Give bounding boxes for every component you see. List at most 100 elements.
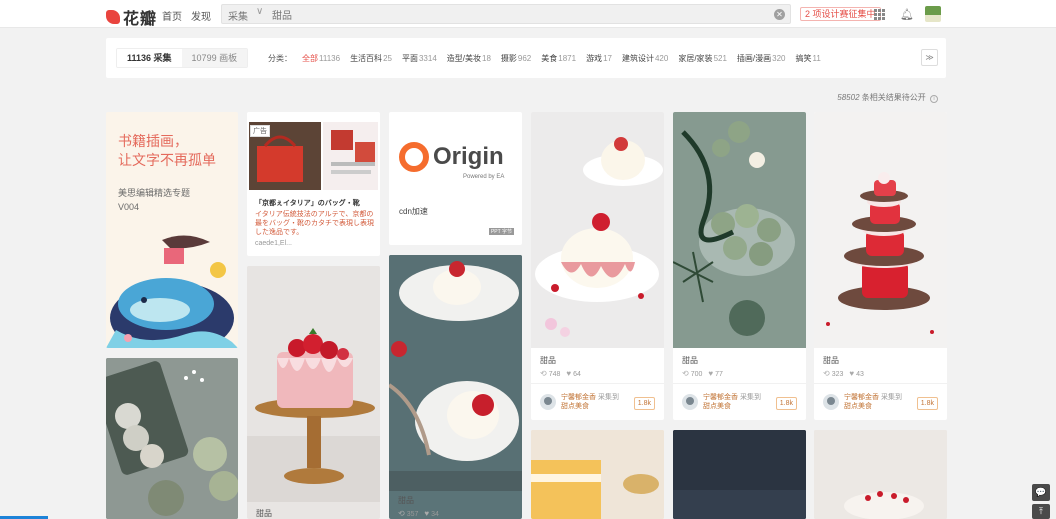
owner-name[interactable]: 宁馨郁金香 [844,394,879,401]
pin-stats: ⟲ 748 ♥ 64 [540,369,581,378]
logo[interactable]: 花瓣 [106,5,157,29]
category-games[interactable]: 游戏17 [586,53,612,64]
logo-text: 花瓣 [123,11,158,28]
macarons-photo [106,358,238,519]
card-divider [673,383,806,384]
promo-badge[interactable]: 2 项设计赛征集中 [800,7,881,21]
owner-avatar[interactable] [682,394,698,410]
tab-pins[interactable]: 11136 采集 [117,49,182,67]
category-illustration[interactable]: 插画/漫画320 [737,53,786,64]
owner-name[interactable]: 宁馨郁金香 [703,394,738,401]
category-home[interactable]: 家居/家装521 [678,53,727,64]
ad-title[interactable]: 「京都ぇイタリア」のバッグ・靴 [255,198,360,208]
dessert-photo-4 [531,430,664,519]
repin-icon: ⟲ [398,509,405,518]
pin-card-dessert-1[interactable]: 甜品 ⟲ 748 ♥ 64 宁馨郁金香 采集到 甜点美食 1.8k [531,112,664,420]
heart-icon: ♥ [849,369,855,378]
book-headline: 书籍插画， 让文字不再孤单 [118,133,216,168]
repin-icon: ⟲ [540,369,547,378]
owner-avatar[interactable] [540,394,556,410]
search-input[interactable] [272,8,752,21]
owner-avatar[interactable] [823,394,839,410]
pin-desc: 甜品 [823,356,839,365]
logo-icon [106,10,120,24]
ad-source[interactable]: caede1,El... [255,240,292,247]
pin-card-dessert-6[interactable] [814,430,947,519]
owner-board[interactable]: 甜点美食 [844,402,902,411]
heart-icon: ♥ [424,509,430,518]
pin-owner[interactable]: 宁馨郁金香 采集到 甜点美食 [823,393,902,411]
pin-desc: 甜品 [682,356,698,365]
pin-owner[interactable]: 宁馨郁金香 采集到 甜点美食 [682,393,761,411]
card-divider [814,383,947,384]
origin-corner-badge: PPT 字节 [488,228,514,235]
owner-text: 宁馨郁金香 采集到 甜点美食 [561,394,619,411]
user-avatar[interactable] [925,6,941,22]
dessert-photo-5 [673,430,806,519]
pin-card-panna-cotta[interactable]: 甜品 ⟲ 357 ♥ 34 [389,255,522,519]
pin-stats: ⟲ 357 ♥ 34 [398,509,439,518]
repin-icon: ⟲ [823,369,830,378]
follow-count-button[interactable]: 1.8k [633,397,655,410]
pending-public-note: 58502 条相关结果待公开 i [837,92,938,103]
nav-home[interactable]: 首页 [162,8,182,23]
repin-icon: ⟲ [682,369,689,378]
origin-icon [399,142,429,172]
heart-icon: ♥ [566,369,572,378]
filter-bar: 11136 采集 10799 画板 分类： 全部11136 生活百科25 平面3… [106,38,946,78]
pin-card-dessert-3[interactable]: 甜品 ⟲ 323 ♥ 43 宁馨郁金香 采集到 甜点美食 1.8k [814,112,947,420]
owner-text: 宁馨郁金香 采集到 甜点美食 [844,394,902,411]
category-life[interactable]: 生活百科25 [350,53,392,64]
panna-cotta-photo [389,255,522,491]
category-beauty[interactable]: 造型/美妆18 [447,53,491,64]
pin-stats: ⟲ 700 ♥ 77 [682,369,723,378]
search-scope-select[interactable]: 采集 [228,8,248,23]
category-graphic[interactable]: 平面3314 [402,53,437,64]
pin-card-origin[interactable]: Origin Powered by EA cdn加速 PPT 字节 [389,112,522,245]
pin-card-book-illustration[interactable]: 书籍插画， 让文字不再孤单 美思编辑精选专题 V004 [106,112,238,348]
owner-board[interactable]: 甜点美食 [561,402,619,411]
category-funny[interactable]: 搞笑11 [796,53,821,64]
chevron-down-icon[interactable]: ∨ [256,6,263,17]
expand-categories-button[interactable]: ≫ [921,49,938,66]
book-subtitle: 美思编辑精选专题 V004 [118,188,191,212]
nav-discover[interactable]: 发现 [191,8,211,23]
pin-card-dessert-4[interactable] [531,430,664,519]
category-food[interactable]: 美食1871 [541,53,576,64]
category-photo[interactable]: 摄影962 [501,53,531,64]
owner-text: 宁馨郁金香 采集到 甜点美食 [703,394,761,411]
back-to-top-button[interactable]: ⤒ [1032,504,1050,519]
pin-card-strawberry-cake[interactable]: 甜品 [247,266,380,519]
ad-card-bags[interactable]: 广告 「京都ぇイタリア」のバッグ・靴 イタリア伝統技法のアルテで、京都の最をバッ… [247,112,380,256]
dessert-photo-3 [814,112,947,348]
dessert-photo-1 [531,112,664,348]
category-label: 分类： [268,54,292,63]
whale-illustration [106,230,238,348]
ad-body: イタリア伝統技法のアルテで、京都の最をバッグ・靴のカタチで表現し表現した逸品です… [255,211,374,236]
owner-board[interactable]: 甜点美食 [703,402,761,411]
apps-grid-icon[interactable] [874,9,885,20]
pin-card-macarons[interactable] [106,358,238,519]
category-architecture[interactable]: 建筑设计420 [622,53,668,64]
info-icon[interactable]: i [930,95,938,103]
category-list: 分类： 全部11136 生活百科25 平面3314 造型/美妆18 摄影962 … [268,53,821,64]
pin-desc: 甜品 [398,496,414,505]
origin-logo: Origin [399,142,504,172]
result-type-tabs: 11136 采集 10799 画板 [116,48,249,68]
ad-image [247,112,380,192]
pin-desc: 甜品 [540,356,556,365]
follow-count-button[interactable]: 1.8k [775,397,797,410]
feedback-button[interactable]: 💬 [1032,484,1050,501]
bell-icon[interactable]: 🔔︎ [900,8,914,21]
clear-search-icon[interactable]: ✕ [774,9,785,20]
follow-count-button[interactable]: 1.8k [916,397,938,410]
owner-name[interactable]: 宁馨郁金香 [561,394,596,401]
category-all[interactable]: 全部11136 [302,53,340,64]
ad-badge: 广告 [250,125,270,137]
pin-card-dessert-2[interactable]: 甜品 ⟲ 700 ♥ 77 宁馨郁金香 采集到 甜点美食 1.8k [673,112,806,420]
tab-boards[interactable]: 10799 画板 [181,49,248,67]
pin-stats: ⟲ 323 ♥ 43 [823,369,864,378]
card-divider [531,383,664,384]
pin-card-dessert-5[interactable] [673,430,806,519]
pin-owner[interactable]: 宁馨郁金香 采集到 甜点美食 [540,393,619,411]
